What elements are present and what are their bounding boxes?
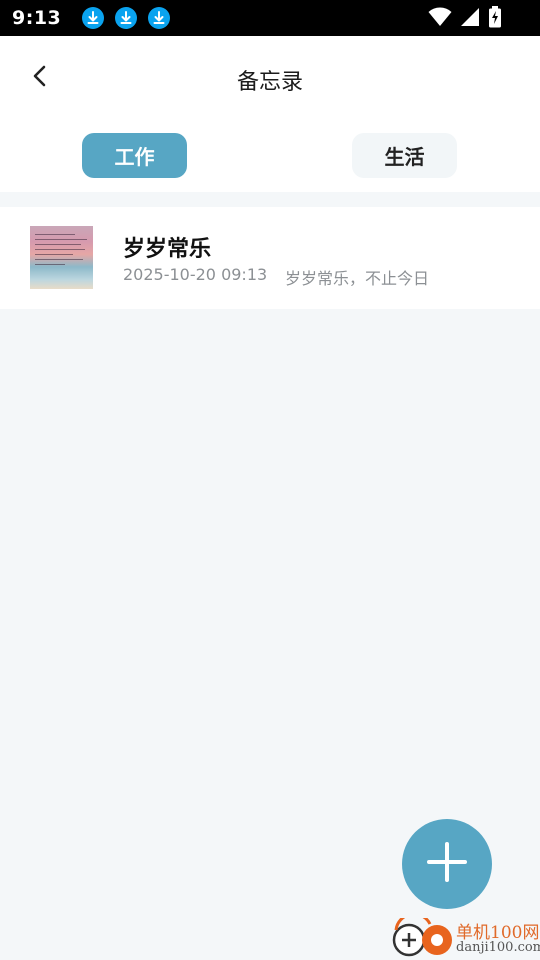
tab-work[interactable]: 工作 [82,133,187,178]
download-icon [148,7,171,29]
note-title: 岁岁常乐 [123,237,212,262]
signal-icon [460,7,480,31]
tab-life[interactable]: 生活 [352,133,457,178]
note-list: 岁岁常乐 2025-10-20 09:13 岁岁常乐，不止今日 [0,207,540,309]
add-note-button[interactable] [402,819,492,909]
download-icon [82,7,105,29]
status-bar: 9:13 [0,0,540,36]
watermark: 单机100网 danji100.com [390,918,540,960]
plus-icon [425,840,469,888]
note-image-thumbnail [30,226,93,289]
wifi-icon [428,7,452,31]
page-title: 备忘录 [236,70,303,95]
download-icon [115,7,138,29]
note-preview: 岁岁常乐，不止今日 [285,269,430,288]
list-item[interactable]: 岁岁常乐 2025-10-20 09:13 岁岁常乐，不止今日 [0,207,540,309]
status-time: 9:13 [12,7,62,29]
status-indicators [428,6,502,32]
note-date: 2025-10-20 09:13 [123,265,268,284]
watermark-url: danji100.com [456,940,540,955]
battery-charging-icon [488,6,502,32]
header: 备忘录 工作 生活 [0,36,540,192]
